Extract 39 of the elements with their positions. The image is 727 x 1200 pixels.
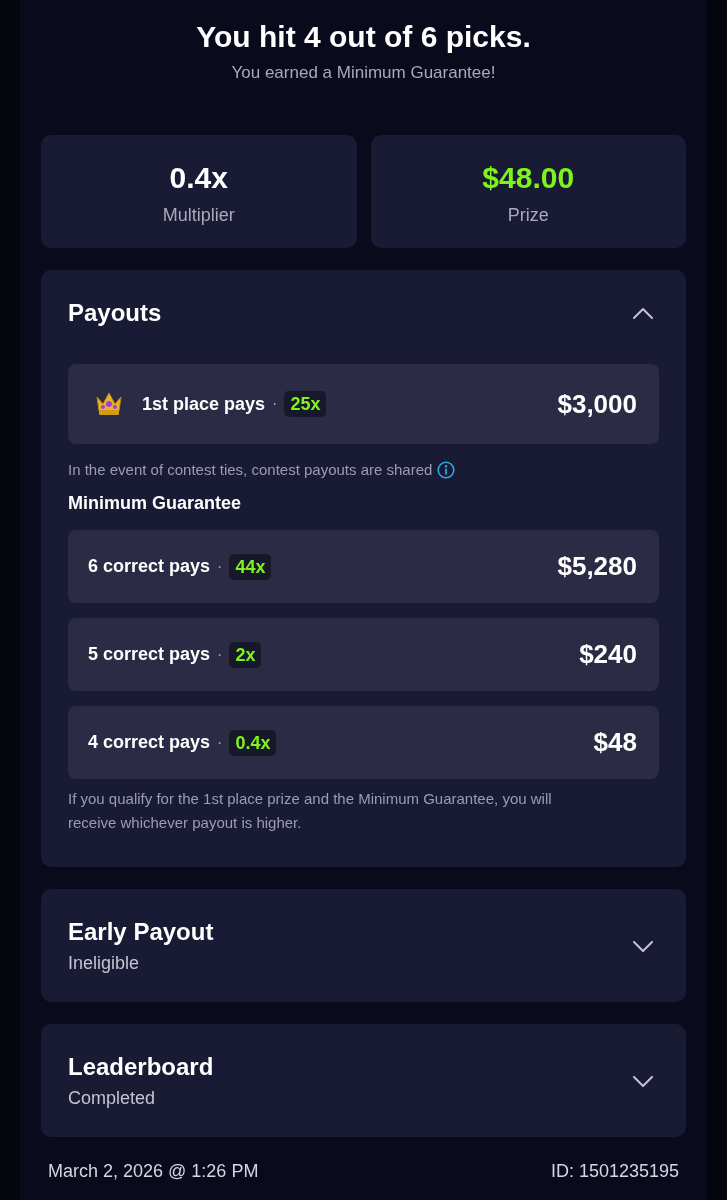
multiplier-tag: 25x xyxy=(284,391,327,417)
timestamp-text: March 2, 2026 @ 1:26 PM xyxy=(48,1160,259,1183)
separator-dot: · xyxy=(272,394,278,414)
separator-dot: · xyxy=(217,732,223,753)
multiplier-tag: 44x xyxy=(229,553,272,580)
section-title: Leaderboard xyxy=(68,1052,214,1082)
section-status: Completed xyxy=(68,1087,157,1110)
multiplier-tag: 2x xyxy=(229,641,262,668)
tie-note-text: In the event of contest ties, contest payouts are shared xyxy=(68,460,433,480)
crown-icon xyxy=(96,392,122,416)
guarantee-title: Minimum Guarantee xyxy=(68,492,243,515)
stat-value: 0.4x xyxy=(168,160,229,196)
page-title: You hit 4 out of 6 picks. xyxy=(195,19,532,55)
payout-amount: $240 xyxy=(579,638,637,671)
payout-amount: $5,280 xyxy=(557,550,637,583)
stat-label: Multiplier xyxy=(161,204,236,227)
chevron-down-icon[interactable] xyxy=(633,940,653,952)
section-title: Early Payout xyxy=(68,917,214,947)
page-subtitle: You earned a Minimum Guarantee! xyxy=(230,62,497,84)
section-card[interactable]: Leaderboard Completed xyxy=(41,1024,686,1137)
separator-dot: · xyxy=(217,644,223,665)
multiplier-tag: 0.4x xyxy=(229,729,277,756)
entry-id-text: ID: 1501235195 xyxy=(550,1160,679,1183)
stat-value: $48.00 xyxy=(481,160,576,196)
payout-label: 6 correct pays xyxy=(88,555,211,578)
chevron-down-icon[interactable] xyxy=(633,1075,653,1087)
payout-amount: $3,000 xyxy=(557,387,637,421)
section-title: Payouts xyxy=(68,298,162,328)
separator-dot: · xyxy=(217,556,223,577)
payout-label: 4 correct pays xyxy=(88,731,211,754)
chevron-up-icon[interactable] xyxy=(633,307,653,319)
payout-amount: $48 xyxy=(593,726,637,759)
footnote-text: If you qualify for the 1st place prize and the Minimum Guarantee, you will receive whichever payout is higher. xyxy=(68,789,553,833)
section-card[interactable]: Early Payout Ineligible xyxy=(41,889,686,1002)
section-status: Ineligible xyxy=(68,952,141,975)
info-icon[interactable] xyxy=(437,461,456,479)
stat-label: Prize xyxy=(506,204,550,227)
payout-label: 1st place pays xyxy=(142,392,266,416)
payout-label: 5 correct pays xyxy=(88,643,211,666)
